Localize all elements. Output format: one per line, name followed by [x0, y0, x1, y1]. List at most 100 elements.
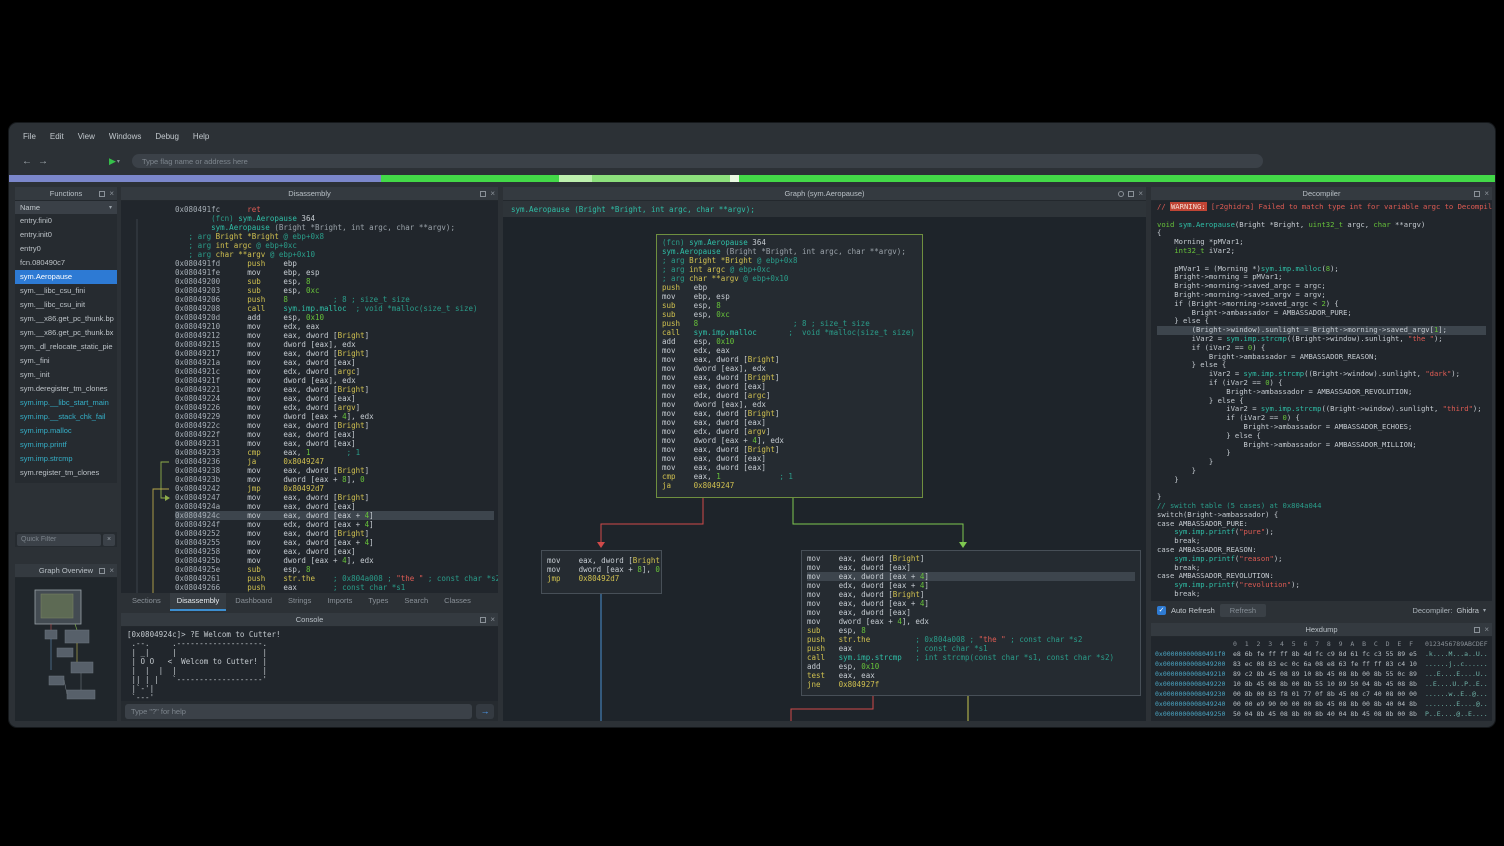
tab-imports[interactable]: Imports — [320, 593, 359, 611]
asm-line[interactable]: 0x0804922c mov eax, dword [Bright] — [175, 421, 494, 430]
asm-line[interactable]: mov eax, dword [Bright] — [807, 590, 1135, 599]
decompiler-line[interactable]: sym.imp.printf("pure"); — [1157, 528, 1486, 537]
asm-line[interactable]: 0x08049255 mov eax, dword [eax + 4] — [175, 538, 494, 547]
close-icon[interactable]: × — [109, 190, 114, 198]
hexdump-row[interactable]: 0x000000000804925050 04 8b 45 08 8b 00 8… — [1155, 709, 1488, 719]
hexdump-row[interactable]: 0x000000000804921089 c2 8b 45 08 89 10 8… — [1155, 669, 1488, 679]
seek-bar[interactable] — [9, 175, 1495, 182]
asm-line[interactable]: 0x080491fe mov ebp, esp — [175, 268, 494, 277]
asm-line[interactable]: mov dword [eax], edx — [662, 400, 917, 409]
asm-line[interactable]: ; arg char **argv @ ebp+0x10 — [175, 250, 494, 259]
decompiler-line[interactable]: } — [1157, 458, 1486, 467]
asm-line[interactable]: mov dword [eax + 8], 0 — [547, 565, 656, 574]
function-list-item[interactable]: sym.imp.__libc_start_main — [15, 396, 117, 410]
function-list-item[interactable]: sym.__libc_csu_fini — [15, 284, 117, 298]
seek-search-input[interactable] — [132, 154, 1263, 168]
asm-line[interactable]: 0x0804923b mov dword [eax + 8], 0 — [175, 475, 494, 484]
asm-line[interactable]: mov eax, dword [Bright] — [662, 355, 917, 364]
asm-line[interactable]: 0x0804925b mov dword [eax + 4], edx — [175, 556, 494, 565]
close-icon[interactable]: × — [1138, 190, 1143, 198]
hexdump-row[interactable]: 0x00000000080491f0e8 6b fe ff ff 8b 4d f… — [1155, 649, 1488, 659]
asm-line[interactable]: sym.Aeropause (Bright *Bright, int argc,… — [175, 223, 494, 232]
asm-line[interactable]: mov edx, dword [eax + 4] — [807, 581, 1135, 590]
asm-line[interactable]: sub esp, 8 — [807, 626, 1135, 635]
functions-sort-header[interactable]: Name ▾ — [15, 201, 117, 214]
tab-strings[interactable]: Strings — [281, 593, 318, 611]
asm-line[interactable]: 0x0804925e sub esp, 8 — [175, 565, 494, 574]
close-icon[interactable]: × — [1484, 190, 1489, 198]
menu-item-view[interactable]: View — [72, 129, 101, 144]
graph-canvas[interactable]: (fcn) sym.Aeropause 364sym.Aeropause (Br… — [503, 217, 1146, 721]
function-list-item[interactable]: sym.__libc_csu_init — [15, 298, 117, 312]
function-list-item[interactable]: sym._init — [15, 368, 117, 382]
hexdump-rows[interactable]: 0 1 2 3 4 5 6 7 8 9 A B C D E F012345678… — [1151, 637, 1492, 721]
function-list-item[interactable]: sym._fini — [15, 354, 117, 368]
asm-line[interactable]: cmp eax, 1 ; 1 — [662, 472, 917, 481]
menu-item-windows[interactable]: Windows — [103, 129, 147, 144]
asm-line[interactable]: mov eax, dword [Bright] — [547, 556, 656, 565]
auto-refresh-checkbox[interactable]: ✓ — [1157, 606, 1166, 615]
function-list-item[interactable]: sym.imp.malloc — [15, 424, 117, 438]
asm-line[interactable]: mov eax, dword [eax] — [662, 382, 917, 391]
asm-line[interactable]: 0x080491fd push ebp — [175, 259, 494, 268]
asm-line[interactable]: 0x08049258 mov eax, dword [eax] — [175, 547, 494, 556]
asm-line[interactable]: (fcn) sym.Aeropause 364 — [175, 214, 494, 223]
asm-line[interactable]: test eax, eax — [807, 671, 1135, 680]
gear-icon[interactable] — [1118, 191, 1124, 197]
undock-icon[interactable] — [480, 191, 486, 197]
tab-dashboard[interactable]: Dashboard — [228, 593, 279, 611]
function-list-item[interactable]: entry.init0 — [15, 228, 117, 242]
asm-line[interactable]: 0x08049217 mov eax, dword [Bright] — [175, 349, 494, 358]
decompiler-line[interactable]: sym.imp.printf("reason"); — [1157, 555, 1486, 564]
console-input[interactable] — [125, 704, 472, 719]
asm-line[interactable]: push ebp — [662, 283, 917, 292]
decompiler-line[interactable]: } — [1157, 476, 1486, 485]
asm-line[interactable]: 0x08049261 push str.the ; 0x804a008 ; "t… — [175, 574, 494, 583]
close-icon[interactable]: × — [109, 567, 114, 575]
asm-line[interactable]: mov dword [eax], edx — [662, 364, 917, 373]
undock-icon[interactable] — [1474, 191, 1480, 197]
graph-overview-canvas[interactable] — [15, 578, 117, 721]
asm-line[interactable]: mov edx, dword [argc] — [662, 391, 917, 400]
function-list-item[interactable]: sym.imp.strcmp — [15, 452, 117, 466]
asm-line[interactable]: push eax ; const char *s1 — [807, 644, 1135, 653]
undock-icon[interactable] — [99, 568, 105, 574]
function-list-item[interactable]: sym.deregister_tm_clones — [15, 382, 117, 396]
asm-line[interactable]: mov dword [eax + 4], edx — [662, 436, 917, 445]
asm-line[interactable]: sub esp, 8 — [662, 301, 917, 310]
menu-item-edit[interactable]: Edit — [44, 129, 70, 144]
asm-line[interactable]: call sym.imp.malloc ; void *malloc(size_… — [662, 328, 917, 337]
decompiler-line[interactable]: break; — [1157, 590, 1486, 599]
undock-icon[interactable] — [1128, 191, 1134, 197]
hexdump-row[interactable]: 0x000000000804920083 ec 08 83 ec 0c 6a 0… — [1155, 659, 1488, 669]
asm-line[interactable]: ; arg int argc @ ebp+0xc — [175, 241, 494, 250]
debug-start-button[interactable]: ▶ ▾ — [109, 157, 120, 166]
refresh-button[interactable]: Refresh — [1220, 604, 1266, 617]
asm-line[interactable]: sym.Aeropause (Bright *Bright, int argc,… — [662, 247, 917, 256]
asm-line[interactable]: 0x08049200 sub esp, 8 — [175, 277, 494, 286]
tab-search[interactable]: Search — [397, 593, 435, 611]
hexdump-row[interactable]: 0x000000000804923000 8b 00 83 f8 01 77 0… — [1155, 689, 1488, 699]
close-icon[interactable]: × — [490, 190, 495, 198]
menu-item-debug[interactable]: Debug — [149, 129, 185, 144]
asm-line[interactable]: add esp, 0x10 — [807, 662, 1135, 671]
function-list-item[interactable]: sym.__x86.get_pc_thunk.bx — [15, 326, 117, 340]
function-list-item[interactable]: sym._dl_relocate_static_pie — [15, 340, 117, 354]
menu-item-file[interactable]: File — [17, 129, 42, 144]
asm-line[interactable]: 0x0804924f mov edx, dword [eax + 4] — [175, 520, 494, 529]
asm-line[interactable]: ; arg char **argv @ ebp+0x10 — [662, 274, 917, 283]
decompiler-line[interactable]: sym.imp.printf("revolution"); — [1157, 581, 1486, 590]
asm-line[interactable]: mov eax, dword [eax] — [662, 418, 917, 427]
function-list-item[interactable]: sym.Aeropause — [15, 270, 117, 284]
asm-line[interactable]: 0x0804921f mov dword [eax], edx — [175, 376, 494, 385]
graph-block-true[interactable]: mov eax, dword [Bright] mov eax, dword [e… — [801, 550, 1141, 696]
asm-line[interactable]: mov eax, dword [eax + 4] — [807, 572, 1135, 581]
asm-line[interactable]: ; arg int argc @ ebp+0xc — [662, 265, 917, 274]
asm-line[interactable]: mov eax, dword [Bright] — [662, 409, 917, 418]
function-list-item[interactable]: entry0 — [15, 242, 117, 256]
decompiler-line[interactable]: void sym.Aeropause(Bright *Bright, uint3… — [1157, 221, 1486, 230]
clear-filter-icon[interactable]: × — [103, 534, 115, 546]
decompiler-line[interactable]: int32_t iVar2; — [1157, 247, 1486, 256]
asm-line[interactable]: jne 0x804927f — [807, 680, 1135, 689]
decompiler-line[interactable] — [1157, 485, 1486, 494]
